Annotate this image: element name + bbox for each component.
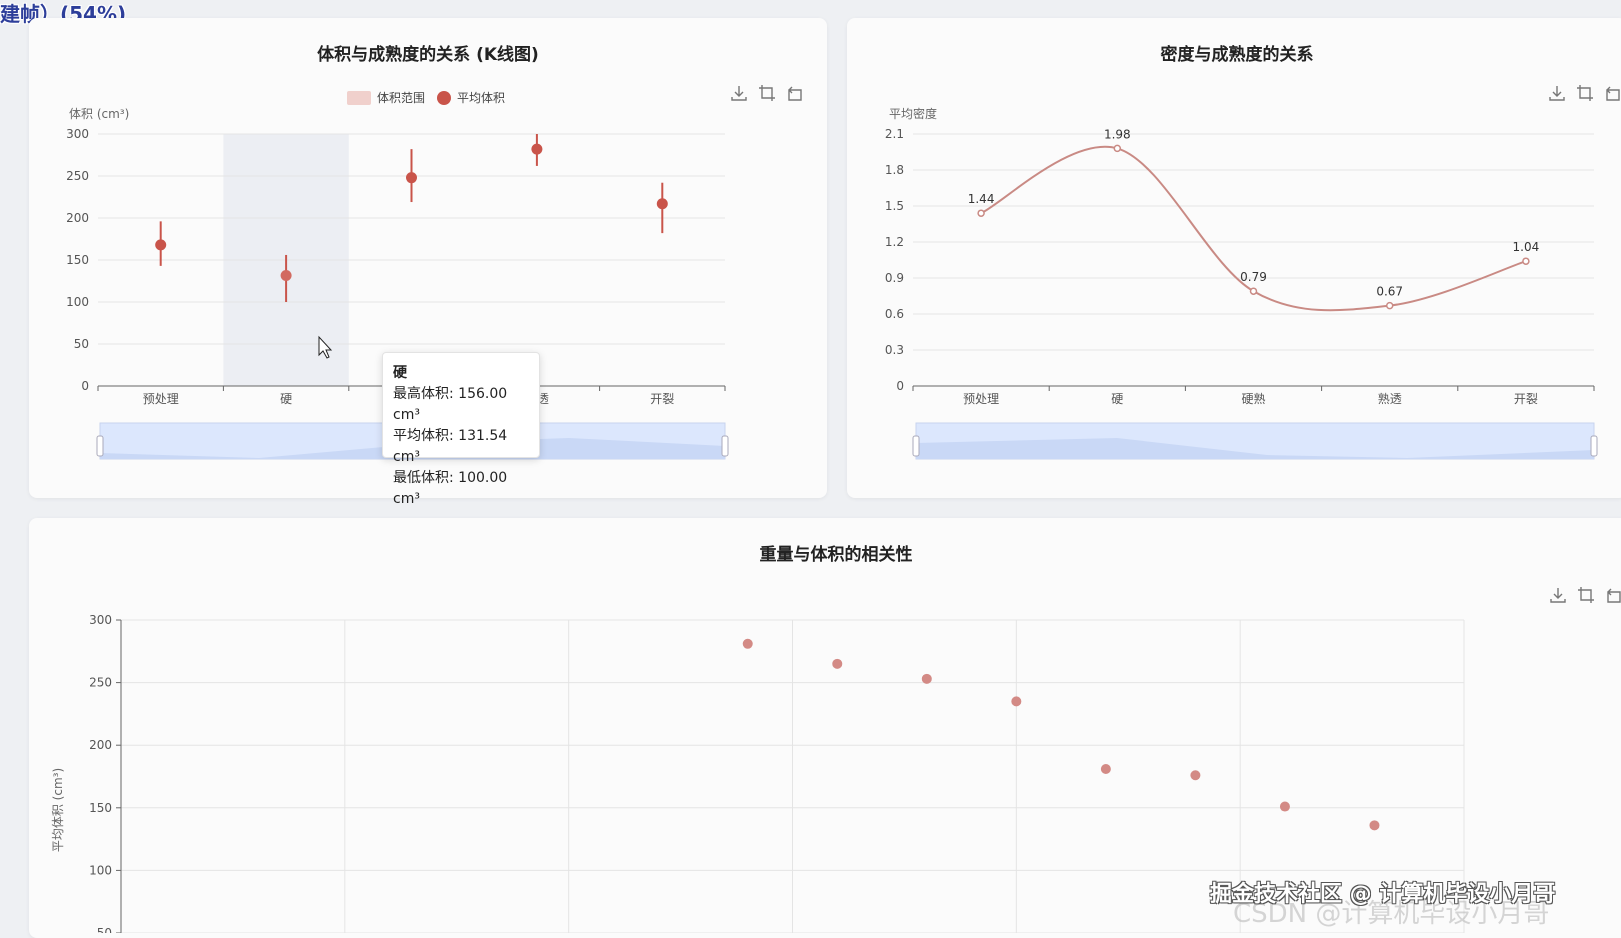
y-tick-label: 50 bbox=[97, 926, 112, 933]
y-tick-label: 1.2 bbox=[885, 235, 904, 249]
data-zoom-slider[interactable] bbox=[912, 422, 1598, 460]
scatter-point[interactable] bbox=[832, 658, 843, 669]
y-tick-label: 1.5 bbox=[885, 199, 904, 213]
data-label: 1.44 bbox=[968, 192, 995, 206]
y-tick-label: 250 bbox=[66, 169, 89, 183]
y-tick-label: 300 bbox=[66, 127, 89, 141]
mean-volume-point[interactable] bbox=[280, 270, 292, 282]
density-point[interactable] bbox=[977, 209, 985, 217]
volume-maturity-chart-panel: 体积与成熟度的关系 (K线图) 体积范围 平均体积 体积 (cm³) 0 50 10… bbox=[29, 18, 827, 507]
y-tick-label: 200 bbox=[66, 211, 89, 225]
density-point[interactable] bbox=[1385, 301, 1394, 310]
y-axis-label: 平均体积 (cm³) bbox=[51, 768, 65, 852]
mean-volume-point[interactable] bbox=[656, 198, 668, 210]
density-point[interactable] bbox=[1249, 287, 1258, 295]
y-tick-label: 250 bbox=[89, 676, 112, 690]
y-tick-label: 0.6 bbox=[885, 307, 904, 321]
scatter-point[interactable] bbox=[1100, 763, 1111, 774]
y-tick-label: 0.9 bbox=[885, 271, 904, 285]
mean-volume-point[interactable] bbox=[406, 172, 417, 184]
x-tick-label: 开裂 bbox=[650, 392, 674, 406]
scatter-point[interactable] bbox=[742, 638, 753, 649]
data-label: 1.04 bbox=[1513, 240, 1540, 254]
density-point[interactable] bbox=[1113, 144, 1122, 153]
scatter-point[interactable] bbox=[1011, 696, 1022, 707]
zoom-handle-left[interactable] bbox=[96, 435, 104, 457]
x-tick-label: 预处理 bbox=[143, 392, 179, 406]
chart-tooltip: 硬 最高体积: 156.00 cm³ 平均体积: 131.54 cm³ 最低体积… bbox=[382, 352, 540, 507]
x-tick-label: 预处理 bbox=[963, 392, 999, 406]
tooltip-title: 硬 bbox=[393, 365, 407, 381]
y-tick-label: 150 bbox=[66, 253, 89, 267]
zoom-handle-right[interactable] bbox=[1590, 435, 1598, 457]
tooltip-mean: 平均体积: 131.54 cm³ bbox=[393, 428, 508, 465]
y-tick-label: 2.1 bbox=[885, 127, 904, 141]
y-tick-label: 200 bbox=[89, 738, 112, 752]
density-line[interactable] bbox=[980, 145, 1527, 312]
y-tick-label: 0 bbox=[896, 379, 904, 393]
y-tick-label: 100 bbox=[66, 295, 89, 309]
tooltip-high: 最高体积: 156.00 cm³ bbox=[393, 386, 508, 423]
scatter-point[interactable] bbox=[1369, 820, 1380, 831]
scatter-point[interactable] bbox=[1190, 770, 1201, 781]
x-tick-label: 开裂 bbox=[1514, 392, 1538, 406]
data-label: 0.67 bbox=[1376, 285, 1403, 299]
mean-volume-point[interactable] bbox=[155, 239, 167, 251]
x-tick-label: 硬 bbox=[280, 392, 292, 406]
scatter-point[interactable] bbox=[1279, 801, 1290, 812]
tooltip-low: 最低体积: 100.00 cm³ bbox=[393, 470, 508, 507]
data-label: 1.98 bbox=[1104, 127, 1131, 141]
y-tick-label: 100 bbox=[89, 863, 112, 877]
scatter-chart[interactable]: 平均体积 (cm³) 50 100 150 200 250 300 bbox=[29, 518, 1621, 933]
y-tick-label: 150 bbox=[89, 801, 112, 815]
y-axis-label: 体积 (cm³) bbox=[69, 107, 129, 121]
weight-volume-chart-panel: 重量与体积的相关性 平均体积 (cm³) 50 100 150 200 250 300 bbox=[29, 518, 1621, 938]
x-tick-label: 熟透 bbox=[1378, 391, 1402, 406]
y-tick-label: 1.8 bbox=[885, 163, 904, 177]
density-point[interactable] bbox=[1522, 257, 1530, 265]
x-tick-label: 硬熟 bbox=[1241, 391, 1265, 406]
data-label: 0.79 bbox=[1240, 270, 1267, 284]
y-tick-label: 50 bbox=[74, 337, 89, 351]
y-tick-label: 0 bbox=[81, 379, 89, 393]
line-chart[interactable]: 平均密度 0 0.3 0.6 0.9 1.2 1.5 1.8 2.1 预处理 硬 硬熟 熟透 开裂 1… bbox=[847, 18, 1621, 498]
scatter-point[interactable] bbox=[921, 673, 932, 684]
zoom-handle-right[interactable] bbox=[721, 435, 729, 457]
y-tick-label: 0.3 bbox=[885, 343, 904, 357]
zoom-handle-left[interactable] bbox=[912, 435, 920, 457]
mean-volume-point[interactable] bbox=[531, 143, 543, 155]
watermark-primary: 掘金技术社区 @ 计算机毕设小月哥 bbox=[1210, 882, 1556, 907]
y-tick-label: 300 bbox=[89, 613, 112, 627]
x-tick-label: 硬 bbox=[1111, 392, 1123, 406]
density-maturity-chart-panel: 密度与成熟度的关系 平均密度 0 0.3 0.6 0.9 1.2 1.5 1.8 2.1 预处… bbox=[847, 18, 1621, 498]
y-axis-label: 平均密度 bbox=[889, 106, 937, 121]
